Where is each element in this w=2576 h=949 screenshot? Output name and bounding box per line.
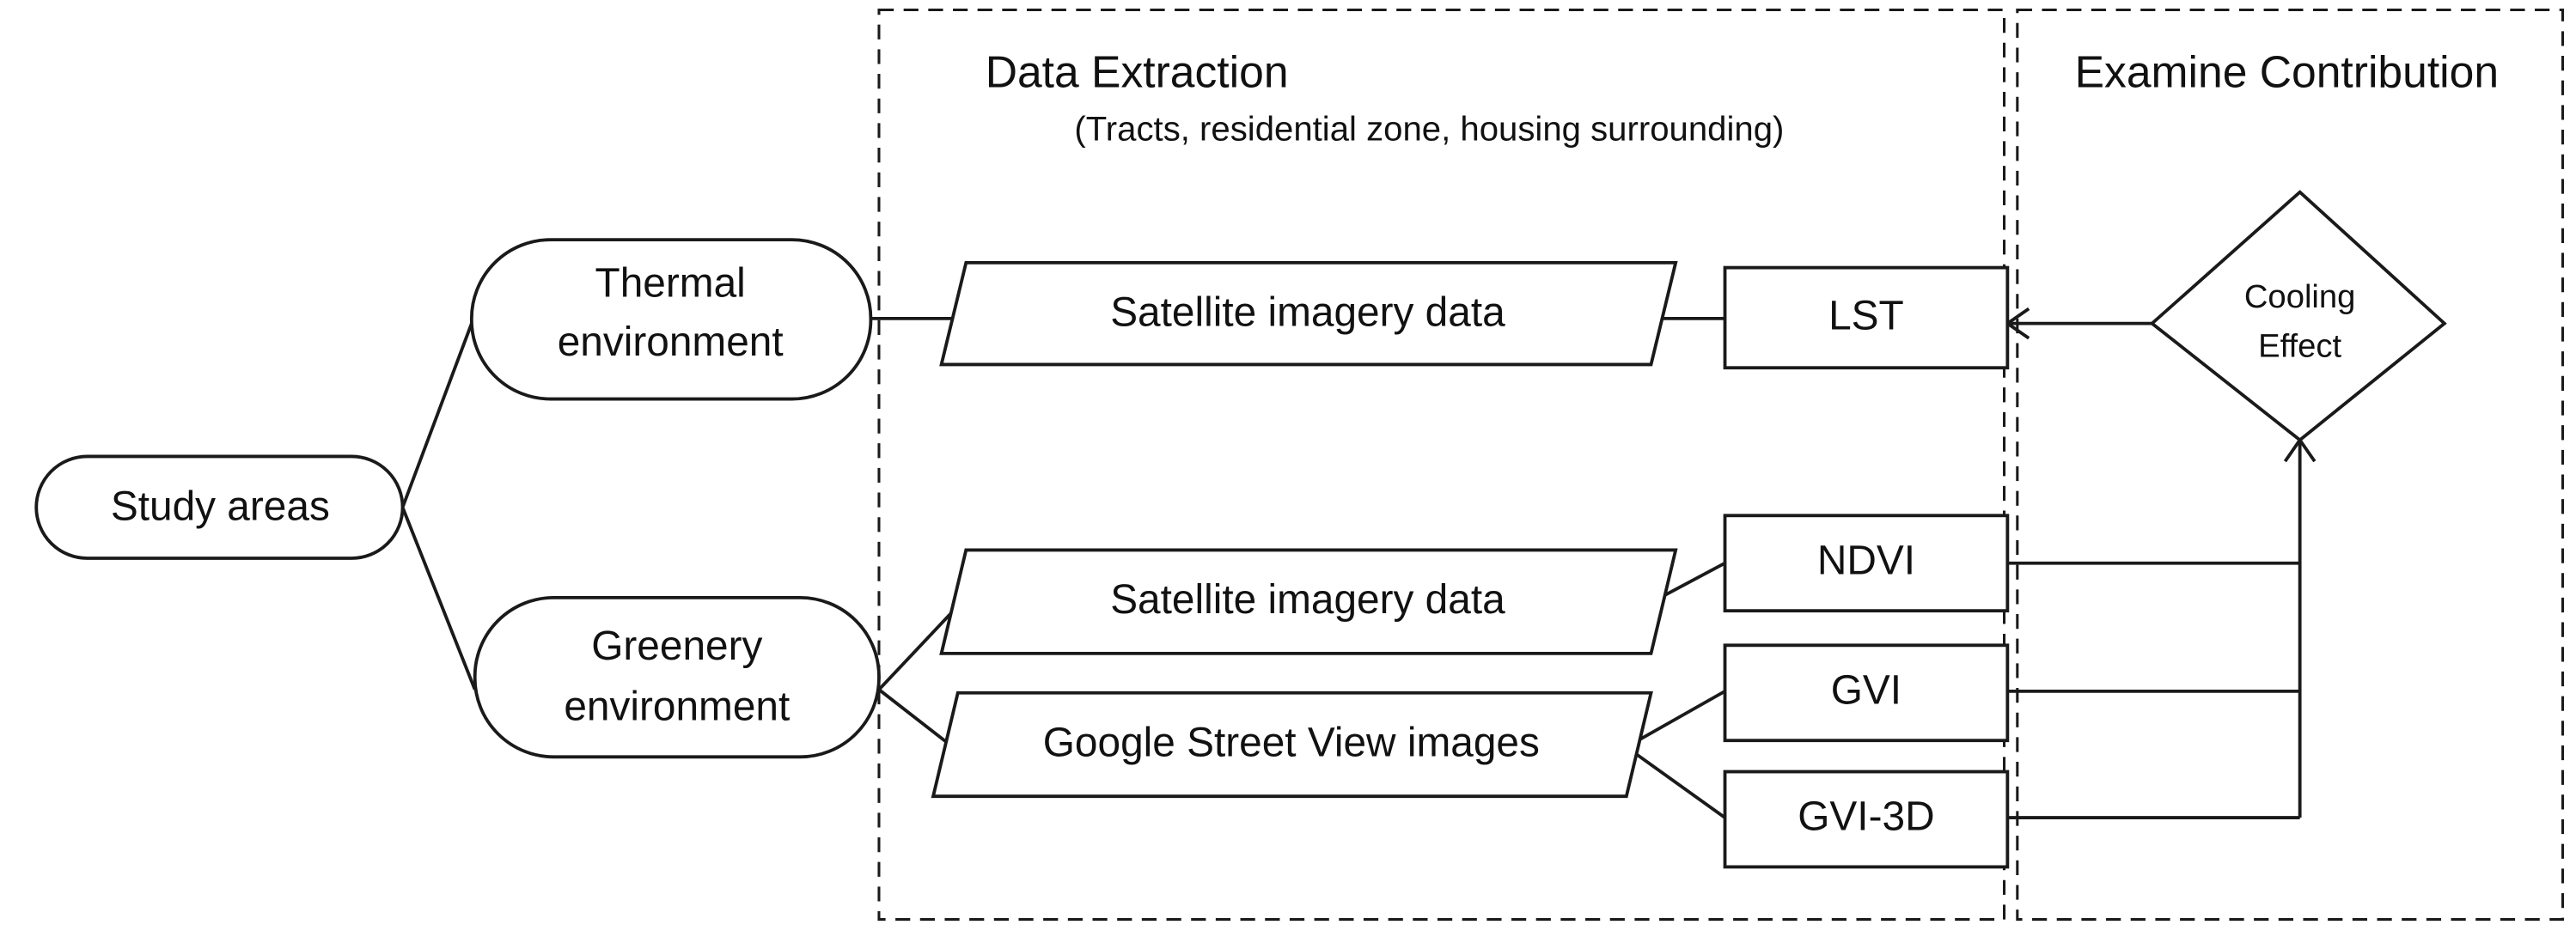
thermal-label-1: Thermal [595,260,746,306]
connector [400,507,477,690]
thermal-label-2: environment [558,319,784,365]
data-extraction-subtitle: (Tracts, residential zone, housing surro… [1074,110,1784,149]
cooling-label-1: Cooling [2244,278,2356,315]
gvi-3d-label: GVI-3D [1798,794,1934,840]
lst-label: LST [1828,294,1904,339]
satellite-thermal-label: Satellite imagery data [1110,290,1505,336]
examine-contribution-title: Examine Contribution [2075,47,2499,97]
cooling-effect-node [2149,190,2447,442]
connector [400,322,473,508]
ndvi-label: NDVI [1817,538,1915,583]
examine-contribution-section [2016,8,2565,922]
flow-diagram: Data Extraction (Tracts, residential zon… [34,8,2565,922]
connector [1625,745,1726,819]
greenery-environment-node [473,595,881,759]
greenery-label-1: Greenery [591,624,762,669]
cooling-label-2: Effect [2258,327,2341,364]
greenery-label-2: environment [564,684,790,730]
gvi-label: GVI [1831,667,1901,713]
gsv-label: Google Street View images [1043,721,1540,766]
data-extraction-title: Data Extraction [986,47,1289,97]
study-areas-label: Study areas [111,484,330,529]
connector [877,688,955,749]
satellite-greenery-label: Satellite imagery data [1110,577,1505,623]
